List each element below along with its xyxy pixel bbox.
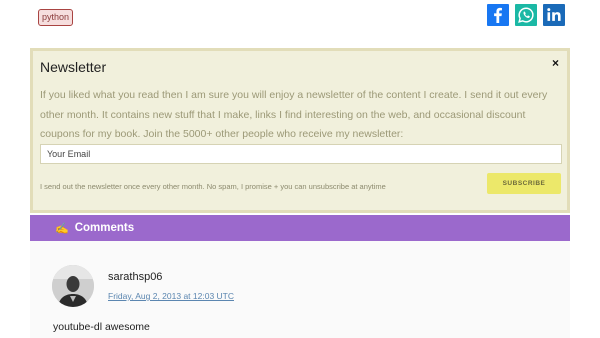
whatsapp-icon [518,7,534,23]
subscribe-button[interactable]: SUBSCRIBE [487,173,561,194]
tag-python[interactable]: python [38,9,74,26]
newsletter-box: Newsletter × If you liked what you read … [30,48,570,213]
linkedin-share-button[interactable] [543,4,565,26]
writing-hand-icon: ✍ [55,222,69,235]
comment-text: youtube-dl awesome [53,321,150,333]
email-field[interactable] [40,144,562,164]
share-buttons [487,4,565,26]
avatar[interactable] [52,265,94,307]
comment-author[interactable]: sarathsp06 [108,271,162,283]
newsletter-title: Newsletter [40,59,107,75]
facebook-icon [494,7,502,24]
comments-panel: sarathsp06 Friday, Aug 2, 2013 at 12:03 … [30,241,570,338]
whatsapp-share-button[interactable] [515,4,537,26]
newsletter-description: If you liked what you read then I am sur… [40,89,548,140]
user-photo-icon [52,265,94,307]
linkedin-icon [547,8,561,21]
close-icon[interactable]: × [552,56,559,70]
facebook-share-button[interactable] [487,4,509,26]
comments-title: Comments [74,222,135,234]
newsletter-note: I send out the newsletter once every oth… [40,182,386,191]
comments-header: ✍ Comments [30,215,570,241]
comment-date-link[interactable]: Friday, Aug 2, 2013 at 12:03 UTC [108,291,234,301]
